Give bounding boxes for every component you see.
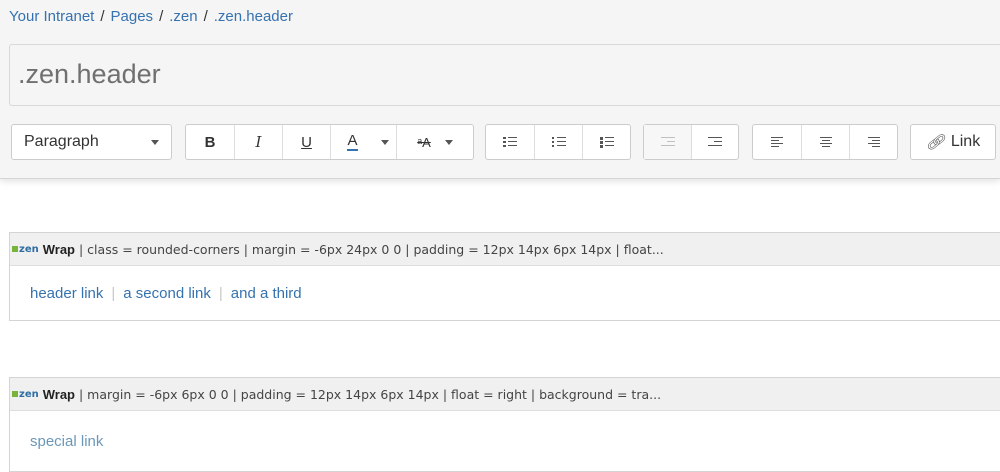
align-right-button[interactable] bbox=[849, 125, 897, 159]
link-separator: | bbox=[111, 284, 116, 302]
link-icon: 🔗︎ bbox=[925, 133, 945, 151]
second-link[interactable]: a second link bbox=[123, 285, 211, 302]
zen-macro-icon: zen bbox=[12, 244, 39, 255]
indent-icon bbox=[708, 136, 722, 148]
link-separator: | bbox=[218, 284, 223, 302]
macro-header[interactable]: zen Wrap | class = rounded-corners | mar… bbox=[10, 233, 1000, 266]
italic-button[interactable]: I bbox=[234, 125, 282, 159]
header-link[interactable]: header link bbox=[30, 285, 103, 302]
chevron-down-icon bbox=[151, 139, 159, 145]
editor-header-area: Your Intranet / Pages / .zen / .zen.header .ze… bbox=[0, 0, 1000, 179]
bullet-list-button[interactable] bbox=[486, 125, 534, 159]
macro-params: | margin = -6px 6px 0 0 | padding = 12px… bbox=[79, 386, 662, 402]
list-group bbox=[485, 124, 631, 160]
outdent-button[interactable] bbox=[644, 125, 691, 159]
task-list-button[interactable] bbox=[582, 125, 630, 159]
macro-name: Wrap bbox=[42, 386, 75, 402]
breadcrumb-separator: / bbox=[203, 8, 208, 25]
breadcrumb: Your Intranet / Pages / .zen / .zen.header bbox=[9, 8, 293, 25]
breadcrumb-separator: / bbox=[159, 8, 164, 25]
special-link[interactable]: special link bbox=[30, 433, 103, 450]
text-color-dropdown-button[interactable] bbox=[374, 125, 396, 159]
breadcrumb-separator: / bbox=[100, 8, 105, 25]
chevron-down-icon bbox=[381, 139, 389, 145]
bold-button[interactable]: B bbox=[186, 125, 234, 159]
text-format-group: B I U A ᵃA bbox=[185, 124, 474, 160]
zen-macro-icon: zen bbox=[12, 389, 39, 400]
macro-params: | class = rounded-corners | margin = -6p… bbox=[79, 241, 664, 257]
more-formatting-button[interactable]: ᵃA bbox=[396, 125, 473, 159]
link-button-label: Link bbox=[950, 133, 981, 150]
chevron-down-icon bbox=[444, 139, 453, 145]
indent-button[interactable] bbox=[691, 125, 738, 159]
alignment-group bbox=[752, 124, 898, 160]
macro-body[interactable]: header link | a second link | and a thir… bbox=[10, 266, 1000, 320]
paragraph-style-label: Paragraph bbox=[24, 133, 99, 150]
numbered-list-icon bbox=[551, 136, 566, 148]
task-list-icon bbox=[599, 136, 614, 148]
macro-name: Wrap bbox=[42, 241, 75, 257]
numbered-list-button[interactable] bbox=[534, 125, 582, 159]
page-title: .zen.header bbox=[18, 59, 161, 89]
paragraph-style-button[interactable]: Paragraph bbox=[12, 125, 171, 159]
breadcrumb-item-zen[interactable]: .zen bbox=[169, 8, 197, 25]
underline-button[interactable]: U bbox=[282, 125, 330, 159]
breadcrumb-item-intranet[interactable]: Your Intranet bbox=[9, 8, 94, 25]
macro-header[interactable]: zen Wrap | margin = -6px 6px 0 0 | paddi… bbox=[10, 378, 1000, 411]
page-title-input[interactable]: .zen.header bbox=[9, 44, 1000, 106]
insert-link-button[interactable]: 🔗︎ Link bbox=[911, 125, 995, 159]
align-center-button[interactable] bbox=[801, 125, 849, 159]
wrap-macro-2[interactable]: zen Wrap | margin = -6px 6px 0 0 | paddi… bbox=[9, 377, 1000, 472]
indent-group bbox=[643, 124, 739, 160]
align-left-icon bbox=[771, 137, 783, 147]
third-link[interactable]: and a third bbox=[231, 285, 302, 302]
align-right-icon bbox=[867, 137, 880, 147]
align-left-button[interactable] bbox=[753, 125, 801, 159]
paragraph-style-dropdown[interactable]: Paragraph bbox=[11, 124, 172, 160]
text-color-button[interactable]: A bbox=[330, 125, 374, 159]
format-icon: ᵃA bbox=[417, 134, 431, 150]
text-color-icon: A bbox=[347, 132, 358, 151]
macro-body[interactable]: special link bbox=[10, 411, 1000, 471]
wrap-macro-1[interactable]: zen Wrap | class = rounded-corners | mar… bbox=[9, 232, 1000, 321]
breadcrumb-item-pages[interactable]: Pages bbox=[111, 8, 154, 25]
bullet-list-icon bbox=[503, 136, 517, 148]
link-group: 🔗︎ Link bbox=[910, 124, 996, 160]
outdent-icon bbox=[660, 136, 675, 148]
breadcrumb-item-current[interactable]: .zen.header bbox=[214, 8, 293, 25]
align-center-icon bbox=[819, 137, 832, 147]
